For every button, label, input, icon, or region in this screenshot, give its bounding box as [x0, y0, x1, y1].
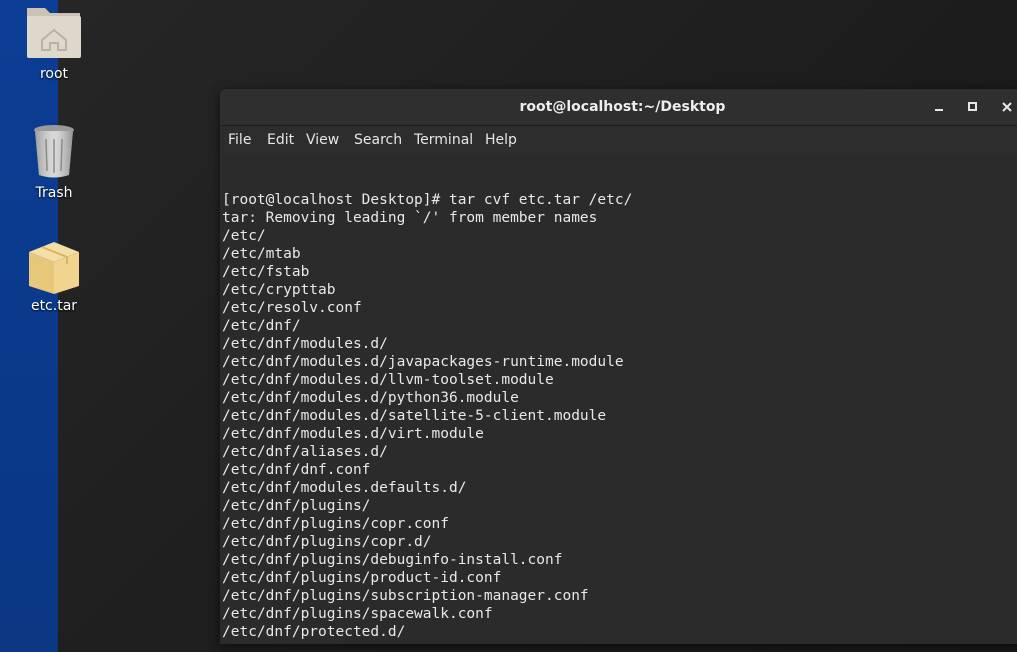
terminal-line: /etc/dnf/plugins/copr.conf [222, 516, 449, 532]
maximize-icon[interactable] [964, 98, 982, 116]
menu-help[interactable]: Help [485, 126, 517, 154]
terminal-line: tar: Removing leading `/' from member na… [222, 210, 598, 226]
terminal-line: /etc/dnf/dnf.conf [222, 462, 371, 478]
terminal-line: /etc/dnf/plugins/debuginfo-install.conf [222, 552, 563, 568]
terminal-line: /etc/fstab [222, 264, 310, 280]
home-folder-icon [24, 2, 84, 62]
desktop-icon-label: root [39, 66, 69, 82]
terminal-line: /etc/dnf/modules.d/llvm-toolset.module [222, 372, 554, 388]
menu-terminal[interactable]: Terminal [414, 126, 473, 154]
terminal-line: /etc/dnf/plugins/ [222, 498, 371, 514]
terminal-content[interactable]: [root@localhost Desktop]# tar cvf etc.ta… [220, 154, 1017, 644]
terminal-line: /etc/dnf/plugins/copr.d/ [222, 534, 432, 550]
terminal-line: /etc/dnf/modules.d/python36.module [222, 390, 519, 406]
terminal-line: /etc/crypttab [222, 282, 336, 298]
window-title: root@localhost:~/Desktop [519, 99, 726, 115]
menu-view[interactable]: View [306, 126, 339, 154]
terminal-line: /etc/dnf/ [222, 318, 301, 334]
terminal-line: /etc/ [222, 228, 266, 244]
terminal-line: /etc/dnf/modules.d/ [222, 336, 388, 352]
menu-file[interactable]: File [228, 126, 251, 154]
terminal-line: /etc/dnf/plugins/subscription-manager.co… [222, 588, 589, 604]
terminal-line: [root@localhost Desktop]# tar cvf etc.ta… [222, 192, 633, 208]
terminal-line: /etc/dnf/plugins/spacewalk.conf [222, 606, 493, 622]
menu-edit[interactable]: Edit [267, 126, 294, 154]
terminal-line: /etc/dnf/modules.d/satellite-5-client.mo… [222, 408, 607, 424]
close-icon[interactable] [998, 98, 1016, 116]
terminal-line: /etc/dnf/plugins/product-id.conf [222, 570, 502, 586]
archive-icon [24, 234, 84, 294]
terminal-line: /etc/mtab [222, 246, 301, 262]
menu-search[interactable]: Search [354, 126, 402, 154]
terminal-line: /etc/dnf/modules.defaults.d/ [222, 480, 467, 496]
title-bar[interactable]: root@localhost:~/Desktop [220, 89, 1017, 126]
terminal-line: /etc/resolv.conf [222, 300, 362, 316]
desktop-icon-root[interactable]: root [9, 2, 99, 82]
terminal-output[interactable]: [root@localhost Desktop]# tar cvf etc.ta… [222, 191, 632, 641]
desktop-left-strip [0, 0, 58, 652]
desktop-icon-label: Trash [35, 185, 73, 201]
desktop-icon-etc-tar[interactable]: etc.tar [9, 234, 99, 314]
menu-bar: File Edit View Search Terminal Help [220, 126, 1017, 154]
trash-icon [24, 121, 84, 181]
terminal-line: /etc/dnf/modules.d/javapackages-runtime.… [222, 354, 624, 370]
terminal-line: /etc/dnf/aliases.d/ [222, 444, 388, 460]
terminal-window[interactable]: root@localhost:~/Desktop File Edit View … [220, 89, 1017, 644]
terminal-line: /etc/dnf/protected.d/ [222, 624, 406, 640]
desktop-icon-trash[interactable]: Trash [9, 121, 99, 201]
terminal-line: /etc/dnf/modules.d/virt.module [222, 426, 484, 442]
desktop-icon-label: etc.tar [30, 298, 78, 314]
minimize-icon[interactable] [930, 98, 948, 116]
